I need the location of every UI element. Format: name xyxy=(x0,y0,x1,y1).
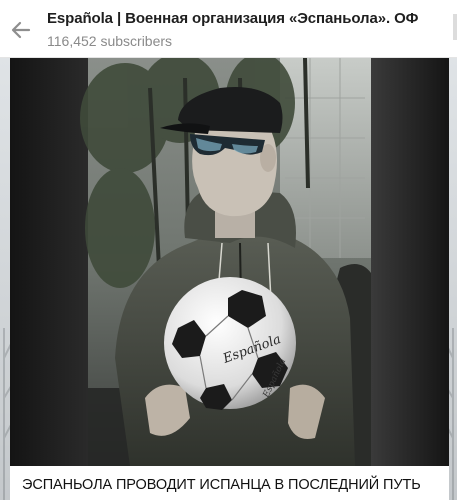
chat-area: Española Española ЭСПАНЬОЛА ПРОВОДИТ ИСП… xyxy=(0,58,457,500)
back-button[interactable] xyxy=(8,17,34,43)
post-photo[interactable]: Española Española xyxy=(10,58,449,466)
telegram-channel-view: Española | Военная организация «Эспаньол… xyxy=(0,0,457,500)
post-caption: ЭСПАНЬОЛА ПРОВОДИТ ИСПАНЦА В ПОСЛЕДНИЙ П… xyxy=(22,477,421,493)
channel-header: Española | Военная организация «Эспаньол… xyxy=(0,0,457,58)
header-menu-edge[interactable] xyxy=(453,14,457,40)
photo-illustration: Española Española xyxy=(10,58,449,466)
channel-post[interactable]: Española Española ЭСПАНЬОЛА ПРОВОДИТ ИСП… xyxy=(10,58,449,500)
channel-title: Española | Военная организация «Эспаньол… xyxy=(47,10,419,27)
channel-info[interactable]: Española | Военная организация «Эспаньол… xyxy=(47,9,447,50)
subscriber-count: 116,452 subscribers xyxy=(47,33,173,49)
arrow-left-icon xyxy=(11,21,31,39)
